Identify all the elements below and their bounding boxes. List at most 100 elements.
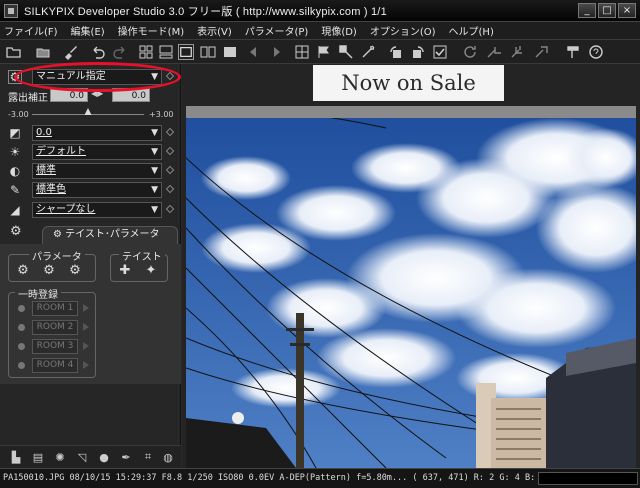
sharpness-select[interactable]: シャープなし ▼ (32, 202, 162, 218)
undo-icon[interactable] (90, 44, 106, 60)
grid-view-icon[interactable] (138, 44, 154, 60)
brush-icon[interactable] (62, 44, 78, 60)
param-load-icon[interactable]: ⚙ (41, 262, 57, 278)
contrast-select[interactable]: 標準 ▼ (32, 163, 162, 179)
single-view-icon[interactable] (178, 44, 194, 60)
diamond-icon (165, 165, 175, 175)
highlight-icon[interactable]: ✺ (52, 449, 68, 465)
close-button[interactable]: × (618, 3, 636, 18)
minimize-button[interactable]: _ (578, 3, 596, 18)
batch-icon[interactable] (510, 44, 526, 60)
menu-parameter[interactable]: パラメータ(P) (245, 23, 309, 38)
photo-image (186, 118, 636, 468)
color-temp-row: ☀ デフォルト ▼ (0, 143, 181, 161)
checkbox-icon[interactable] (432, 44, 448, 60)
tab-taste-parameter[interactable]: ⚙ テイスト･パラメータ (42, 226, 178, 244)
room-3: ROOM 3 (18, 339, 92, 354)
fullscreen-icon[interactable] (222, 44, 238, 60)
chevron-down-icon: ▼ (151, 147, 158, 157)
diamond-icon (165, 127, 175, 137)
sphere-icon[interactable]: ● (96, 449, 112, 465)
room-2: ROOM 2 (18, 320, 92, 335)
taste-group-title: テイスト (119, 248, 165, 263)
white-balance-select[interactable]: 0.0 ▼ (32, 125, 162, 141)
photo-frame (186, 106, 636, 470)
white-balance-value: 0.0 (36, 127, 52, 138)
menu-develop[interactable]: 現像(D) (321, 23, 357, 38)
color-value: 標準色 (36, 184, 66, 195)
white-balance-row: ◩ 0.0 ▼ (0, 124, 181, 142)
eyedropper-icon: ✎ (9, 183, 21, 197)
exposure-slider-thumb[interactable] (84, 108, 92, 115)
taste-add-icon[interactable]: ✚ (117, 262, 133, 278)
maximize-button[interactable]: □ (598, 3, 616, 18)
bottom-tool-strip: ▙ ▤ ✺ ◹ ● ✒ ⌗ ◍ (0, 445, 181, 468)
exif-icon[interactable]: ▤ (30, 449, 46, 465)
room-4-button[interactable]: ROOM 4 (32, 358, 78, 373)
exposure-label: 露出補正 (8, 93, 48, 104)
histogram-icon[interactable]: ▙ (8, 449, 24, 465)
color-select[interactable]: 標準色 ▼ (32, 182, 162, 198)
param-save-icon[interactable]: ⚙ (15, 262, 31, 278)
lens-icon[interactable]: ◍ (160, 449, 176, 465)
room-1: ROOM 1 (18, 301, 92, 316)
menu-file[interactable]: ファイル(F) (4, 23, 58, 38)
image-viewer: Now on Sale (182, 64, 640, 470)
open-folder-icon[interactable] (36, 44, 52, 60)
photo-preview[interactable] (186, 118, 636, 468)
chevron-down-icon: ▼ (151, 166, 158, 176)
redo-icon[interactable] (112, 44, 128, 60)
play-icon[interactable] (83, 304, 89, 312)
prev-image-icon[interactable] (246, 44, 262, 60)
play-icon[interactable] (83, 342, 89, 350)
rotate-right-icon[interactable] (410, 44, 426, 60)
refresh-icon[interactable] (462, 44, 478, 60)
color-temp-select[interactable]: デフォルト ▼ (32, 144, 162, 160)
param-manage-icon[interactable]: ⚙ (67, 262, 83, 278)
white-balance-icon: ◩ (9, 126, 21, 140)
room-dot-icon (18, 305, 25, 312)
taste-tab-body: パラメータ ⚙ ⚙ ⚙ テイスト ✚ ✦ 一時登録 ROOM 1 ROOM 2 (0, 244, 181, 384)
chevron-down-icon: ▼ (151, 128, 158, 138)
room-1-button[interactable]: ROOM 1 (32, 301, 78, 316)
menu-mode[interactable]: 操作モード(M) (118, 23, 184, 38)
menu-view[interactable]: 表示(V) (197, 23, 232, 38)
color-temp-value: デフォルト (36, 146, 86, 157)
open-file-icon[interactable] (6, 44, 22, 60)
filmstrip-view-icon[interactable] (158, 44, 174, 60)
hammer-icon[interactable] (566, 44, 582, 60)
title-bar: SILKYPIX Developer Studio 3.0 フリー版 ( htt… (0, 0, 640, 22)
promo-banner[interactable]: Now on Sale (313, 65, 504, 101)
chevron-down-icon: ▼ (151, 185, 158, 195)
help-icon[interactable] (588, 44, 604, 60)
sharpness-icon: ◢ (10, 203, 20, 217)
rotate-left-icon[interactable] (388, 44, 404, 60)
exposure-min-label: -3.00 (8, 110, 29, 119)
menu-help[interactable]: ヘルプ(H) (449, 23, 494, 38)
sharpness-value: シャープなし (36, 204, 96, 215)
play-icon[interactable] (83, 323, 89, 331)
room-2-button[interactable]: ROOM 2 (32, 320, 78, 335)
contrast-icon: ◐ (9, 164, 21, 178)
menu-options[interactable]: オプション(O) (370, 23, 436, 38)
develop-icon[interactable] (486, 44, 502, 60)
export-icon[interactable] (534, 44, 550, 60)
parameter-group-title: パラメータ (29, 248, 85, 263)
transform-icon[interactable]: ⌗ (140, 449, 156, 465)
toolbar (0, 40, 640, 64)
room-3-button[interactable]: ROOM 3 (32, 339, 78, 354)
curve-icon[interactable]: ◹ (74, 449, 90, 465)
taste-tab-header: ⚙ ⚙ テイスト･パラメータ (0, 224, 181, 244)
menu-edit[interactable]: 編集(E) (71, 23, 105, 38)
next-image-icon[interactable] (268, 44, 284, 60)
paste-params-icon[interactable] (338, 44, 354, 60)
compare-view-icon[interactable] (200, 44, 216, 60)
taste-remove-icon[interactable]: ✦ (143, 262, 159, 278)
flag-icon[interactable] (316, 44, 332, 60)
window-title: SILKYPIX Developer Studio 3.0 フリー版 ( htt… (24, 5, 387, 18)
play-icon[interactable] (83, 361, 89, 369)
multi-gear-icon[interactable]: ⚙ (10, 224, 26, 240)
crop-grid-icon[interactable] (294, 44, 310, 60)
wand-icon[interactable] (360, 44, 376, 60)
pen-icon[interactable]: ✒ (118, 449, 134, 465)
